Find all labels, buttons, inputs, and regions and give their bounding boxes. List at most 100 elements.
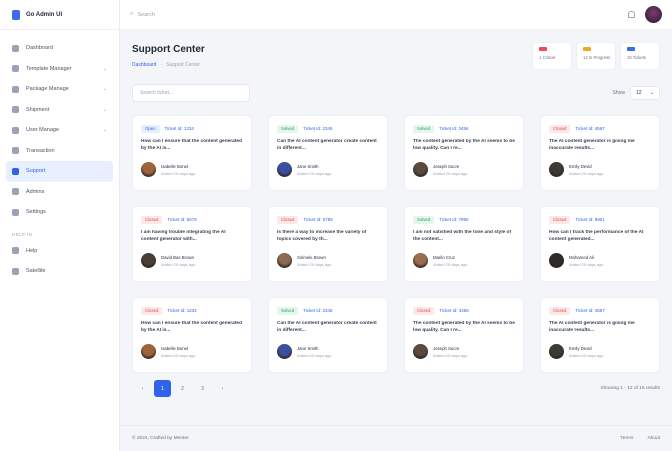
ticket-id[interactable]: Ticket Id: 1234 (167, 308, 196, 313)
sidebar-item-label: Shipment (26, 106, 50, 113)
ticket-card-header: Closed Ticket Id: 4567 (549, 306, 651, 315)
ticket-id[interactable]: Ticket Id: 3456 (439, 126, 468, 131)
ticket-card[interactable]: Closed Ticket Id: 4567 The AI content gene… (540, 297, 660, 373)
sidebar-item-template-manager[interactable]: Template Manager ⌄ (6, 59, 113, 80)
user-avatar[interactable] (645, 6, 662, 23)
ticket-search-input[interactable]: Search ticket... (132, 84, 250, 102)
breadcrumb-link-dashboard[interactable]: Dashboard (132, 62, 156, 68)
ticket-grid: Open Ticket Id: 1234 How can I ensure that… (132, 115, 660, 373)
ticket-card[interactable]: Solved Ticket Id: 7890 I am not satisfied … (404, 206, 524, 282)
ticket-user: David Bas Brown Added 20 days ago (141, 253, 243, 268)
footer-link-terms[interactable]: Terms (620, 436, 633, 441)
status-badge: Closed (141, 306, 163, 315)
chevron-down-icon: ⌄ (102, 106, 107, 113)
pagination-page-button[interactable]: 3 (194, 380, 211, 397)
pagination-page-button[interactable]: 1 (154, 380, 171, 397)
ticket-user: Emily Devid Added 20 days ago (549, 344, 651, 359)
footer-copyright: © 2024, Crafted by Menter (132, 436, 189, 441)
sidebar-item-shipment[interactable]: Shipment ⌄ (6, 100, 113, 121)
status-badge: Closed (549, 215, 571, 224)
sidebar-item-admins[interactable]: Admins (6, 182, 113, 203)
sidebar-item-settings[interactable]: Settings (6, 202, 113, 223)
ticket-user-name: Joseph Sucre (433, 163, 460, 169)
ticket-card[interactable]: Closed Ticket Id: 4567 The AI content gene… (540, 115, 660, 191)
ticket-card[interactable]: Closed Ticket Id: 3456 The content generat… (404, 297, 524, 373)
breadcrumb-current: Support Center (166, 62, 201, 68)
ticket-user-name: Sirimele Brown (297, 254, 326, 260)
ticket-description: I am not satisfied with the tone and sty… (413, 230, 512, 242)
top-search[interactable]: ⌕ Search (130, 11, 155, 18)
status-badge: Solved (277, 124, 299, 133)
ticket-time: Added 20 days ago (433, 352, 468, 358)
ticket-id[interactable]: Ticket Id: 7890 (439, 217, 468, 222)
ticket-description: The AI content generator is giving me in… (549, 139, 635, 151)
ticket-id[interactable]: Ticket Id: 8901 (575, 217, 604, 222)
bell-icon[interactable] (628, 11, 635, 18)
ticket-card[interactable]: Solved Ticket Id: 3456 The content generat… (404, 115, 524, 191)
ticket-card[interactable]: Closed Ticket Id: 8901 How can I track the… (540, 206, 660, 282)
ticket-user-name: Isabelle Bonet (161, 163, 189, 169)
ticket-card[interactable]: Open Ticket Id: 1234 How can I ensure that… (132, 115, 252, 191)
ticket-id[interactable]: Ticket Id: 6789 (303, 217, 332, 222)
stat-card: 1 Critical (532, 42, 572, 70)
chevron-down-icon: ⌄ (102, 127, 107, 134)
sidebar-item-transaction[interactable]: Transaction (6, 141, 113, 162)
ticket-user-name: Mohamed Ali (569, 254, 594, 260)
sidebar-section-label: HELP IN (12, 231, 33, 237)
ticket-user-name: Emily Devid (569, 163, 592, 169)
sidebar-item-dashboard[interactable]: Dashboard (6, 38, 113, 59)
ticket-description: How can I track the performance of the A… (549, 230, 644, 242)
ticket-id[interactable]: Ticket Id: 2345 (303, 308, 332, 313)
sidebar-item-package-manage[interactable]: Package Manage ⌄ (6, 79, 113, 100)
ticket-user-name: Joseph Sucre (433, 345, 460, 351)
footer-link-about[interactable]: About (647, 436, 660, 441)
status-badge: Solved (277, 306, 299, 315)
sidebar-item-label: Dashboard (26, 45, 53, 52)
breadcrumb-separator: · (160, 62, 163, 68)
avatar (549, 253, 564, 268)
ticket-description: How can I ensure that the content genera… (141, 321, 243, 333)
ticket-description: Can the AI content generator create cont… (277, 139, 377, 151)
pagination-page-button[interactable]: 2 (174, 380, 191, 397)
sidebar-item-support[interactable]: Support (6, 161, 113, 182)
ticket-time: Added 20 days ago (297, 170, 332, 176)
ticket-user: Jane Smith Added 20 days ago (277, 344, 379, 359)
ticket-user-info: Sirimele Brown Added 20 days ago (297, 255, 331, 267)
main-content: Support Center Dashboard · Support Cente… (120, 30, 672, 451)
user-icon (12, 126, 19, 134)
ticket-card[interactable]: Solved Ticket Id: 2345 Can the AI content … (268, 115, 388, 191)
ticket-time: Added 20 days ago (297, 352, 332, 358)
ticket-stats: 1 Critical 12 In Progress 16 Tickets (532, 42, 660, 70)
show-label: Show (612, 90, 625, 96)
ticket-id[interactable]: Ticket Id: 4567 (575, 308, 604, 313)
ticket-card[interactable]: Closed Ticket Id: 5678 I am having trouble… (132, 206, 252, 282)
brand-name: Go Admin UI (26, 11, 63, 18)
ticket-id[interactable]: Ticket Id: 5678 (167, 217, 196, 222)
sidebar-item-user-manage[interactable]: User Manage ⌄ (6, 120, 113, 141)
stat-label: 1 Critical (539, 55, 556, 60)
sidebar-item-label: Settings (26, 209, 46, 216)
ticket-card[interactable]: Solved Ticket Id: 2345 Can the AI content … (268, 297, 388, 373)
ticket-id[interactable]: Ticket Id: 2345 (303, 126, 332, 131)
ticket-user-name: Emily Devid (569, 345, 592, 351)
pagination-prev-button[interactable]: ‹ (134, 380, 151, 397)
per-page-select[interactable]: 12 ⌄ (630, 86, 660, 100)
ticket-user: Joseph Sucre Added 20 days ago (413, 162, 515, 177)
sidebar-item-label: Admins (26, 188, 45, 195)
pagination-next-button[interactable]: › (214, 380, 231, 397)
sidebar-item-help[interactable]: Help (6, 241, 113, 262)
ticket-id[interactable]: Ticket Id: 4567 (575, 126, 604, 131)
ticket-card[interactable]: Closed Ticket Id: 1234 How can I ensure th… (132, 297, 252, 373)
ticket-id[interactable]: Ticket Id: 1234 (165, 126, 194, 131)
sidebar-item-satellite[interactable]: Satellite (6, 261, 113, 282)
ticket-id[interactable]: Ticket Id: 3456 (439, 308, 468, 313)
ticket-card-header: Open Ticket Id: 1234 (141, 124, 243, 133)
chevron-down-icon: ⌄ (102, 86, 107, 93)
brand[interactable]: Go Admin UI (0, 0, 119, 30)
ticket-user: Sirimele Brown Added 20 days ago (277, 253, 379, 268)
ticket-time: Added 20 days ago (433, 170, 468, 176)
ticket-card[interactable]: Closed Ticket Id: 6789 Is there a way to i… (268, 206, 388, 282)
ticket-user: Marilo Cruz Added 20 days ago (413, 253, 515, 268)
ticket-time: Added 20 days ago (161, 352, 196, 358)
per-page-value: 12 (636, 90, 642, 96)
